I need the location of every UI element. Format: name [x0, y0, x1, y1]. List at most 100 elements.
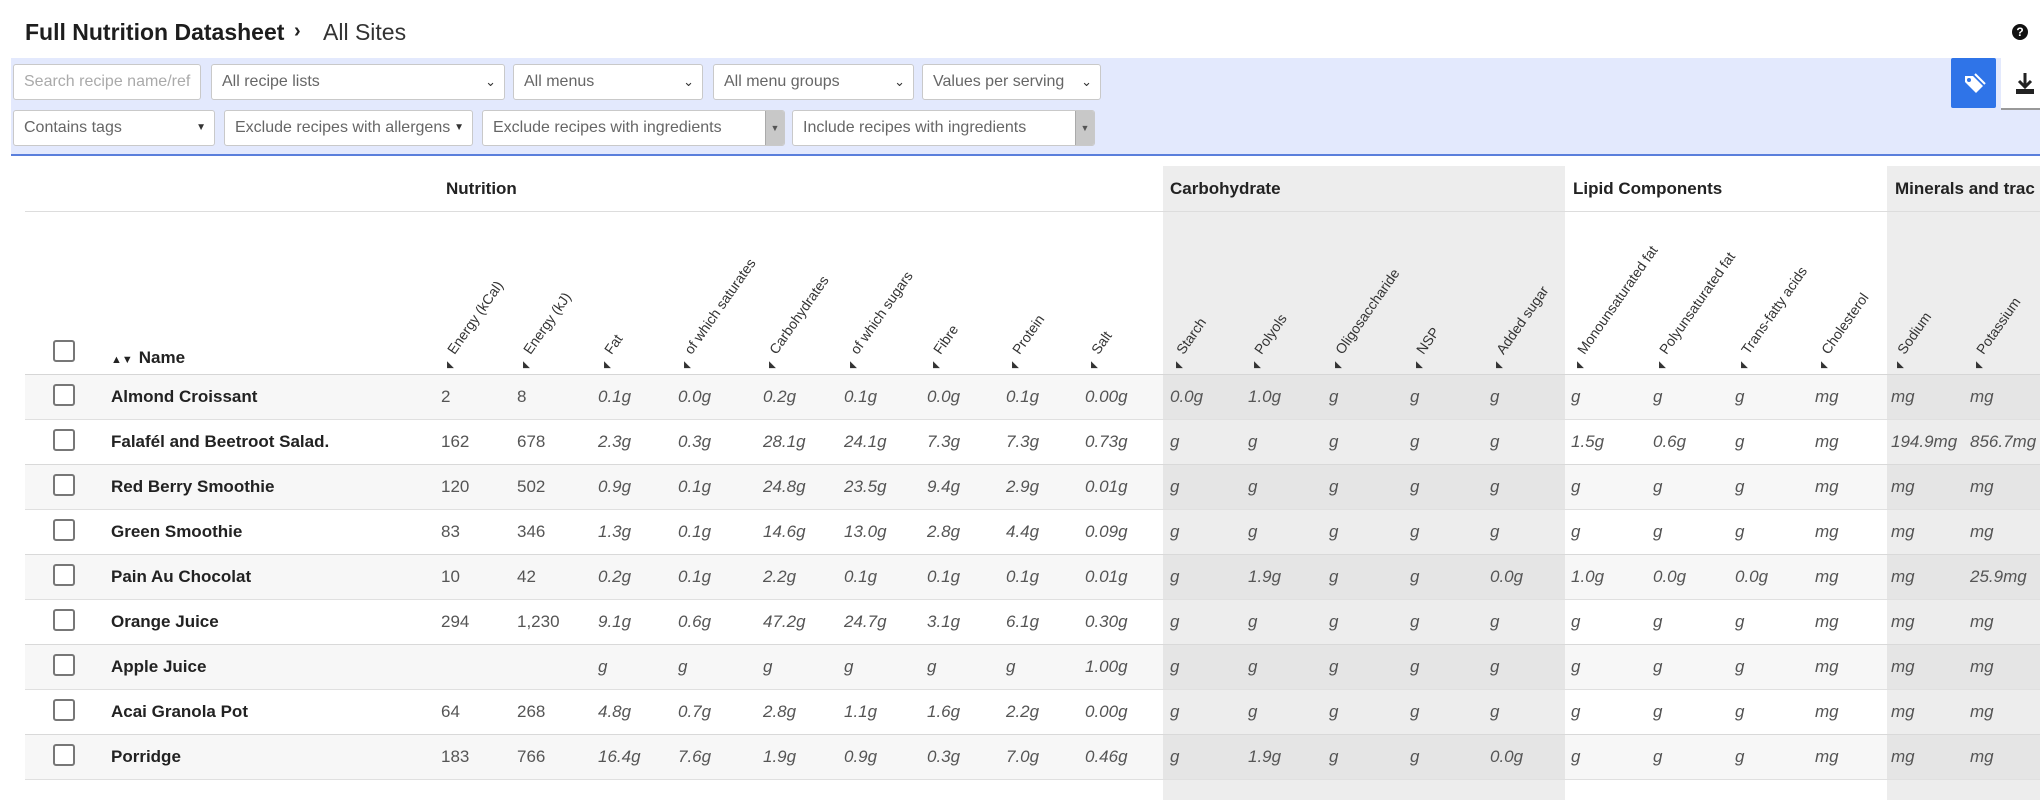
tag-button[interactable]	[1951, 58, 1996, 108]
column-header[interactable]: of which saturates	[681, 255, 759, 357]
recipe-name[interactable]: Falafél and Beetroot Salad.	[111, 432, 329, 452]
sort-icon[interactable]: ◣	[684, 359, 691, 370]
sort-icon[interactable]: ◣	[1254, 359, 1261, 370]
table-row[interactable]: Porridge 183 766 16.4g 7.6g 1.9g 0.9g 0.3g 7.0g 0…	[25, 734, 2040, 780]
column-header[interactable]: Protein	[1009, 311, 1048, 357]
sort-icon[interactable]: ◣	[933, 359, 940, 370]
table-cell: g	[1329, 567, 1339, 586]
row-checkbox[interactable]	[53, 519, 75, 541]
exclude-allergens-select[interactable]: Exclude recipes with allergens ▼	[224, 110, 473, 146]
recipe-name[interactable]: Acai Granola Pot	[111, 702, 248, 722]
row-checkbox[interactable]	[53, 564, 75, 586]
table-cell: 0.3g	[927, 747, 961, 766]
table-row[interactable]: Pain Au Chocolat 10 42 0.2g 0.1g 2.2g 0.1g 0.1g…	[25, 554, 2040, 600]
sort-icon[interactable]: ◣	[604, 359, 611, 370]
recipe-name[interactable]: Pain Au Chocolat	[111, 567, 251, 587]
contains-tags-select[interactable]: Contains tags ▼	[13, 110, 215, 146]
table-cell: mg	[1815, 387, 1839, 406]
table-cell: 1.9g	[1248, 747, 1282, 766]
sort-icon[interactable]: ◣	[1821, 359, 1828, 370]
row-checkbox[interactable]	[53, 384, 75, 406]
column-header[interactable]: Polyols	[1251, 311, 1290, 357]
table-cell: mg	[1970, 747, 1994, 766]
search-input[interactable]: Search recipe name/ref	[13, 64, 201, 100]
table-cell: 294	[441, 612, 470, 631]
recipe-name[interactable]: Green Smoothie	[111, 522, 242, 542]
column-header[interactable]: Potassium	[1973, 294, 2024, 357]
table-cell: 0.09g	[1085, 522, 1128, 541]
sort-icon[interactable]: ◣	[769, 359, 776, 370]
column-header[interactable]: Oligosaccharide	[1332, 266, 1403, 357]
table-cell: 0.0g	[1170, 387, 1204, 406]
table-row[interactable]: Orange Juice 294 1,230 9.1g 0.6g 47.2g 24.7g 3.…	[25, 599, 2040, 645]
table-cell: g	[763, 657, 773, 676]
column-header[interactable]: Fat	[601, 331, 626, 357]
name-column-header[interactable]: ▲▼ Name	[111, 348, 185, 368]
column-header[interactable]: Sodium	[1894, 309, 1934, 357]
column-header[interactable]: Energy (kJ)	[520, 289, 574, 357]
table-cell: 0.1g	[598, 387, 632, 406]
column-header[interactable]: Trans-fatty acids	[1738, 263, 1810, 357]
table-row[interactable]: Falafél and Beetroot Salad. 162 678 2.3g 0.3…	[25, 419, 2040, 465]
sort-icon[interactable]: ◣	[1741, 359, 1748, 370]
sort-icon[interactable]: ◣	[1091, 359, 1098, 370]
values-mode-select[interactable]: Values per serving ⌄	[922, 64, 1101, 100]
table-row[interactable]: Red Berry Smoothie 120 502 0.9g 0.1g 24.8g 23.…	[25, 464, 2040, 510]
column-header[interactable]: Starch	[1173, 315, 1209, 357]
select-all-checkbox[interactable]	[53, 340, 75, 362]
sort-icon[interactable]: ◣	[1496, 359, 1503, 370]
caret-down-icon: ▼	[454, 122, 464, 133]
table-cell: g	[1653, 747, 1663, 766]
table-row[interactable]: Almond Croissant 2 8 0.1g 0.0g 0.2g 0.1g 0.0g 0.…	[25, 374, 2040, 420]
sort-icon[interactable]: ◣	[523, 359, 530, 370]
column-header[interactable]: Carbohydrates	[766, 273, 832, 357]
column-header[interactable]: Monounsaturated fat	[1574, 243, 1661, 357]
recipe-name[interactable]: Almond Croissant	[111, 387, 257, 407]
sort-icon[interactable]: ◣	[447, 359, 454, 370]
recipe-name[interactable]: Porridge	[111, 747, 181, 767]
row-checkbox[interactable]	[53, 429, 75, 451]
recipe-name[interactable]: Orange Juice	[111, 612, 219, 632]
table-cell: 28.1g	[763, 432, 806, 451]
table-row[interactable]: Acai Granola Pot 64 268 4.8g 0.7g 2.8g 1.1g 1.6…	[25, 689, 2040, 735]
column-header[interactable]: of which sugars	[847, 268, 916, 357]
breadcrumb-root[interactable]: Full Nutrition Datasheet	[25, 19, 284, 46]
row-checkbox[interactable]	[53, 609, 75, 631]
sort-icon[interactable]: ◣	[1176, 359, 1183, 370]
exclude-ingredients-select[interactable]: Exclude recipes with ingredients ▼	[482, 110, 785, 146]
sort-icon[interactable]: ◣	[1976, 359, 1983, 370]
sort-icon[interactable]: ◣	[850, 359, 857, 370]
column-header[interactable]: Fibre	[930, 322, 961, 357]
recipe-name[interactable]: Red Berry Smoothie	[111, 477, 274, 497]
table-cell: 1.0g	[1571, 567, 1605, 586]
table-cell: g	[1653, 387, 1663, 406]
sort-icon[interactable]: ◣	[1897, 359, 1904, 370]
table-row[interactable]: Green Smoothie 83 346 1.3g 0.1g 14.6g 13.0g 2.8…	[25, 509, 2040, 555]
row-checkbox[interactable]	[53, 654, 75, 676]
download-button[interactable]	[2001, 58, 2040, 110]
menu-groups-select[interactable]: All menu groups ⌄	[713, 64, 914, 100]
sort-icon[interactable]: ◣	[1012, 359, 1019, 370]
row-checkbox[interactable]	[53, 699, 75, 721]
sort-icon[interactable]: ◣	[1335, 359, 1342, 370]
column-header[interactable]: Added sugar	[1493, 283, 1552, 357]
values-mode-value: Values per serving	[933, 73, 1065, 90]
sort-icon[interactable]: ◣	[1659, 359, 1666, 370]
table-cell: g	[1248, 477, 1258, 496]
include-ingredients-select[interactable]: Include recipes with ingredients ▼	[792, 110, 1095, 146]
column-header[interactable]: Energy (kCal)	[444, 278, 506, 357]
menus-select[interactable]: All menus ⌄	[513, 64, 703, 100]
row-checkbox[interactable]	[53, 744, 75, 766]
column-header[interactable]: Polyunsaturated fat	[1656, 249, 1738, 357]
recipe-name[interactable]: Apple Juice	[111, 657, 206, 677]
table-row[interactable]: Apple Juice g g g g g g 1.00g g g g g g g g g mg mg mg	[25, 644, 2040, 690]
row-checkbox[interactable]	[53, 474, 75, 496]
sort-icon[interactable]: ◣	[1577, 359, 1584, 370]
help-icon[interactable]: ?	[2012, 24, 2028, 40]
column-header[interactable]: NSP	[1413, 324, 1443, 357]
column-header[interactable]: Cholesterol	[1818, 290, 1872, 357]
column-header[interactable]: Salt	[1088, 328, 1115, 357]
recipe-lists-select[interactable]: All recipe lists ⌄	[211, 64, 505, 100]
sort-icon[interactable]: ◣	[1416, 359, 1423, 370]
table-cell: 0.1g	[1006, 567, 1040, 586]
